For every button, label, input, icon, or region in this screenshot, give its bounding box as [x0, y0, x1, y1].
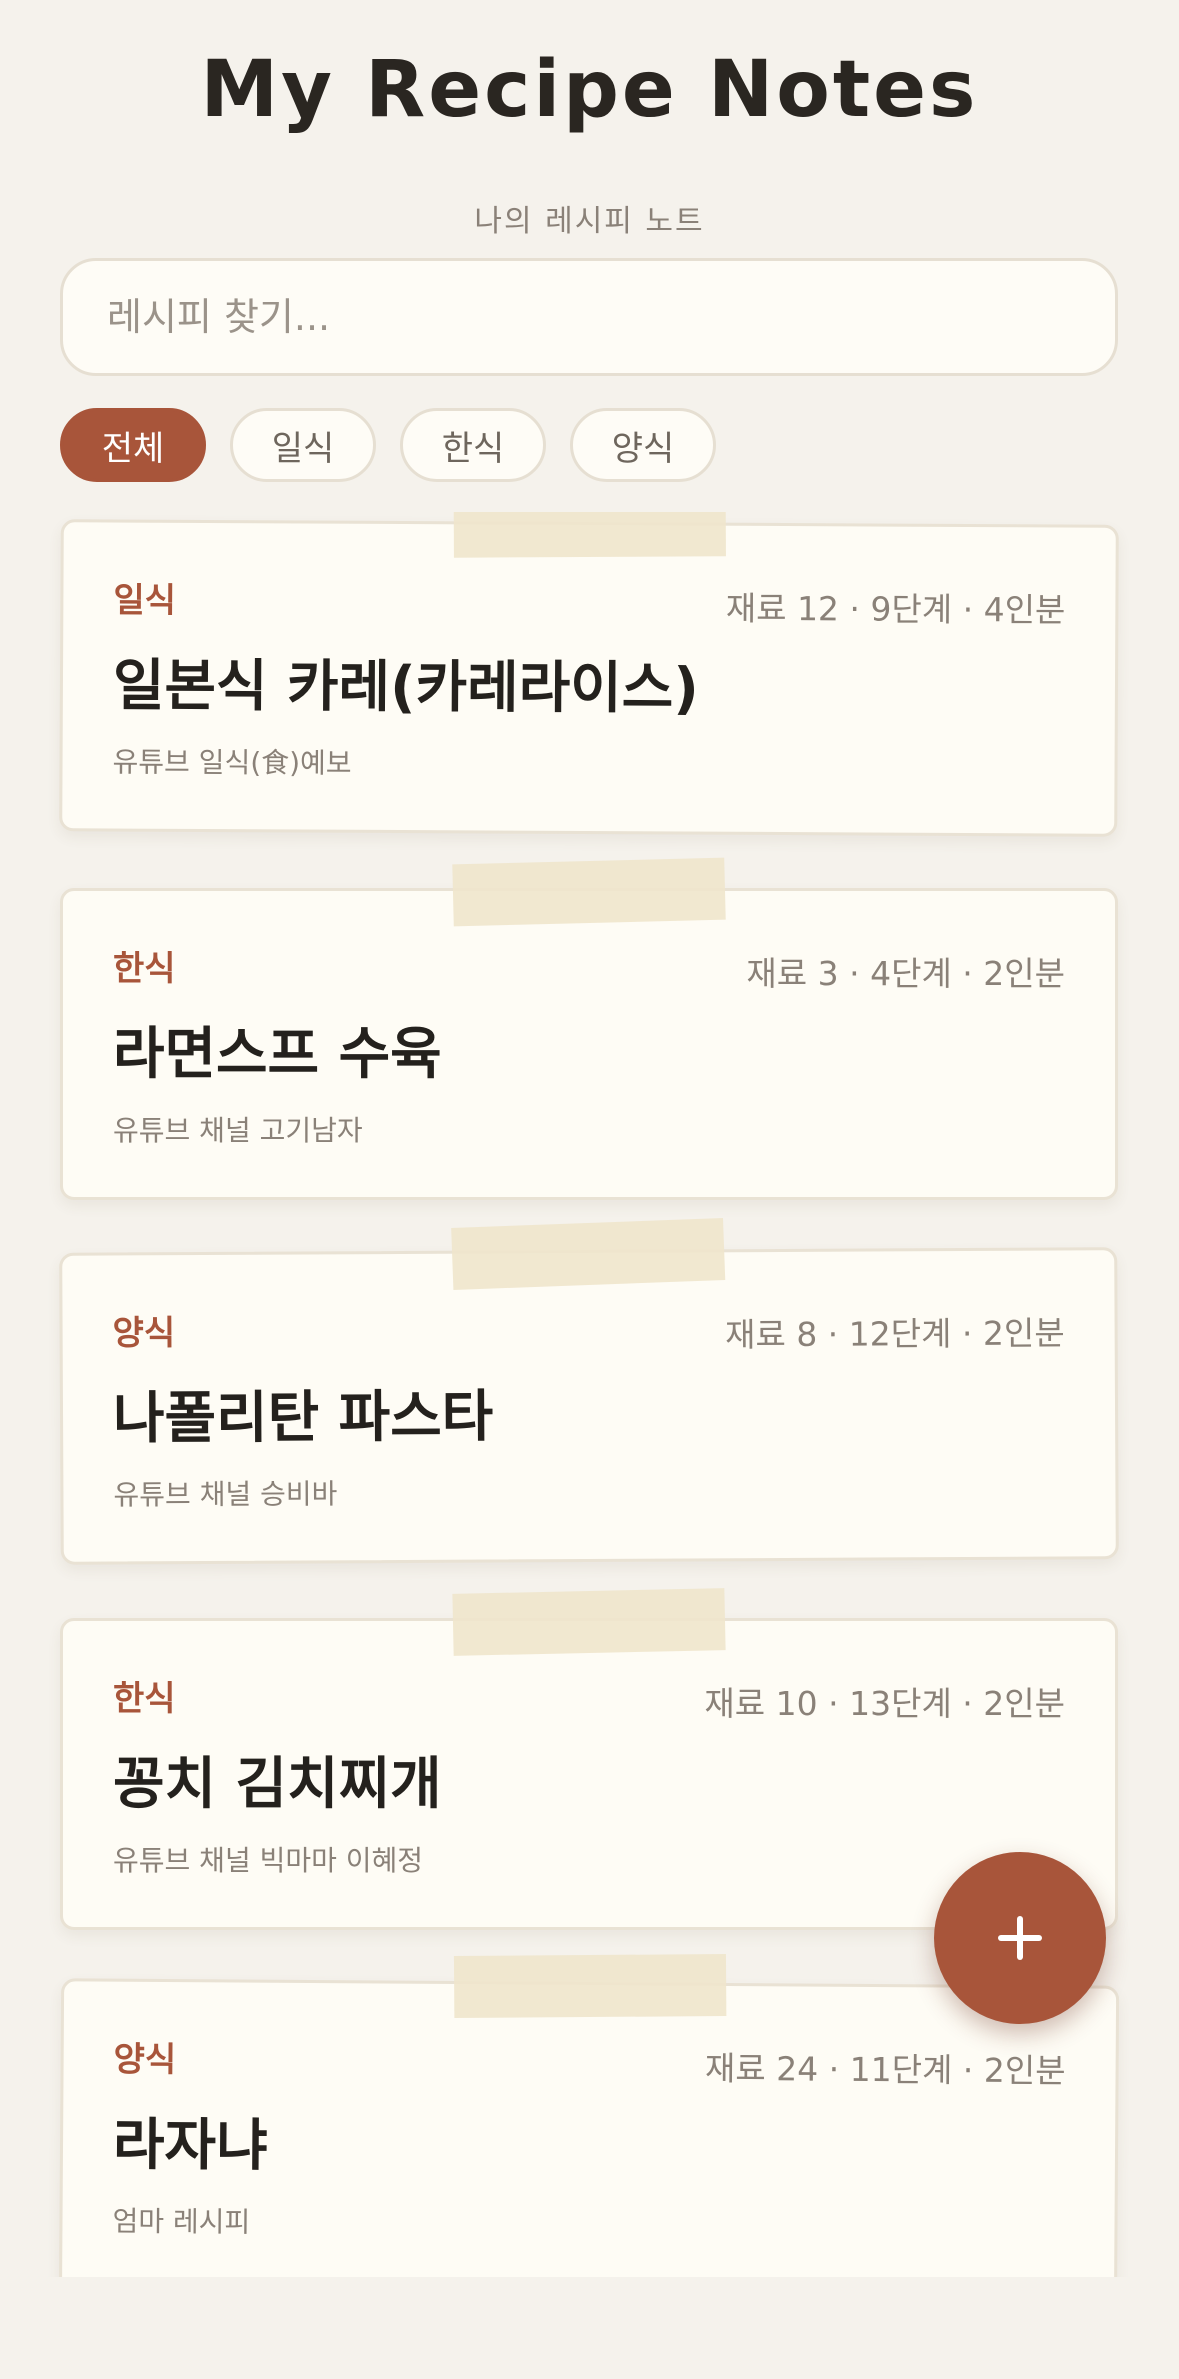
filter-chip-all[interactable]: 전체 [60, 408, 206, 482]
add-recipe-button[interactable] [934, 1852, 1106, 2024]
category-filter: 전체 일식 한식 양식 [60, 408, 716, 482]
recipe-meta: 재료 24 · 11단계 · 2인분 [704, 2048, 1066, 2091]
recipe-category: 한식 [113, 949, 176, 989]
recipe-category: 일식 [113, 580, 177, 621]
header: My Recipe Notes 나의 레시피 노트 [0, 40, 1179, 240]
recipe-title: 나폴리탄 파스타 [112, 1384, 494, 1452]
recipe-category: 한식 [113, 1679, 176, 1719]
recipe-source: 엄마 레시피 [112, 2204, 251, 2239]
recipe-meta: 재료 12 · 9단계 · 4인분 [725, 588, 1066, 630]
tape-decoration [451, 1218, 726, 1290]
recipe-title: 라자냐 [112, 2112, 268, 2179]
search-input[interactable] [105, 261, 1073, 373]
recipe-card[interactable]: 양식 재료 8 · 12단계 · 2인분 나폴리탄 파스타 유튜브 채널 승비바 [59, 1218, 1119, 1565]
search-bar[interactable] [60, 258, 1118, 376]
recipe-title: 꽁치 김치찌개 [113, 1752, 442, 1817]
filter-chip-japanese[interactable]: 일식 [230, 408, 376, 482]
recipe-source: 유튜브 채널 빅마마 이혜정 [113, 1844, 424, 1877]
recipe-title: 라면스프 수육 [113, 1022, 442, 1087]
tape-decoration [452, 1588, 726, 1656]
filter-chip-western[interactable]: 양식 [570, 408, 716, 482]
plus-icon [998, 1916, 1042, 1960]
tape-decoration [452, 857, 726, 927]
recipe-card[interactable]: 한식 재료 3 · 4단계 · 2인분 라면스프 수육 유튜브 채널 고기남자 [60, 857, 1118, 1200]
tape-decoration [453, 1954, 727, 2018]
recipe-source: 유튜브 채널 고기남자 [113, 1114, 363, 1147]
recipe-card[interactable]: 양식 재료 24 · 11단계 · 2인분 라자냐 엄마 레시피 [58, 1954, 1120, 2277]
filter-chip-korean[interactable]: 한식 [400, 408, 546, 482]
recipe-card[interactable]: 일식 재료 12 · 9단계 · 4인분 일본식 카레(카레라이스) 유튜브 일… [59, 512, 1119, 837]
tape-decoration [453, 512, 726, 558]
recipe-meta: 재료 8 · 12단계 · 2인분 [724, 1313, 1065, 1355]
app-subtitle: 나의 레시피 노트 [474, 204, 705, 239]
recipe-meta: 재료 3 · 4단계 · 2인분 [746, 954, 1065, 993]
recipe-category: 양식 [113, 2039, 177, 2081]
recipe-title: 일본식 카레(카레라이스) [112, 653, 700, 722]
app-title: My Recipe Notes [200, 45, 979, 135]
recipe-category: 양식 [112, 1313, 176, 1354]
recipe-meta: 재료 10 · 13단계 · 2인분 [704, 1684, 1065, 1723]
recipe-source: 유튜브 채널 승비바 [113, 1477, 338, 1512]
recipe-notes-screen: My Recipe Notes 나의 레시피 노트 전체 일식 한식 양식 일식… [0, 0, 1179, 2379]
recipe-source: 유튜브 일식(食)예보 [112, 745, 352, 780]
